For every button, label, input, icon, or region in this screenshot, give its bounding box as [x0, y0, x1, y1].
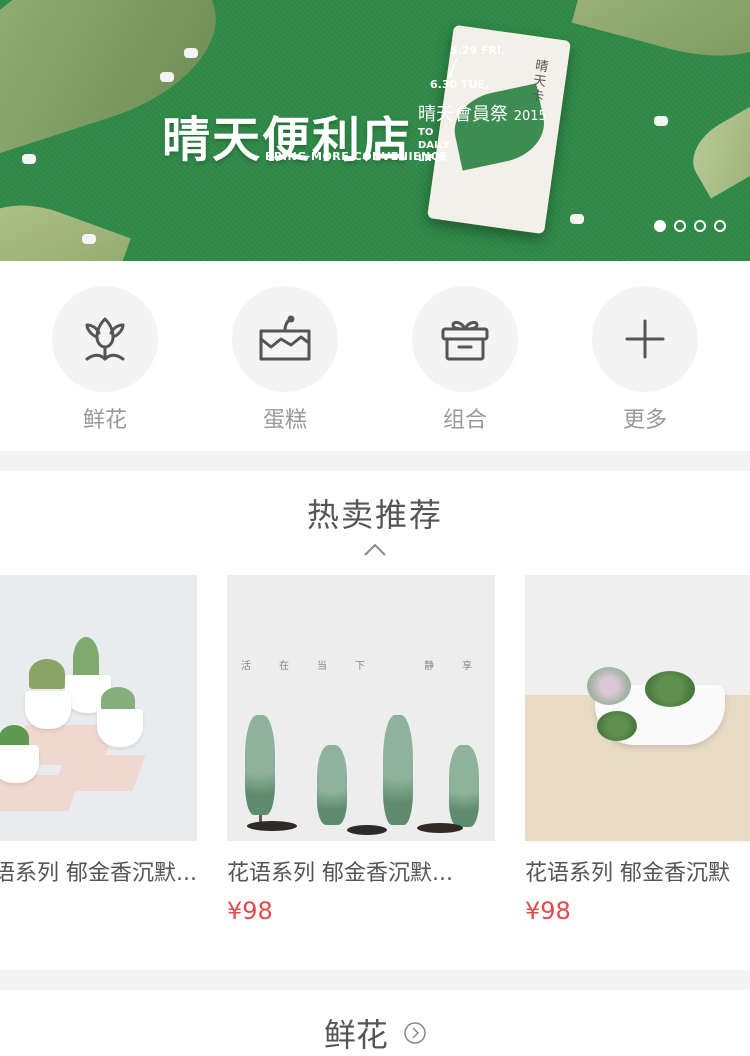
category-label: 组合: [442, 408, 487, 433]
banner-carousel[interactable]: 晴天卡 5.29 FRI. 6.30 TUE. 晴天便利店 BRING MORE…: [0, 0, 750, 261]
banner-date-end: 6.30 TUE.: [430, 78, 490, 91]
plus-icon: [625, 319, 665, 359]
category-label: 鲜花: [82, 408, 127, 433]
product-image-plant: [383, 715, 413, 825]
product-image-plant: [597, 711, 637, 741]
category-nav: 鲜花 蛋糕 组合 更多: [0, 261, 750, 451]
category-label: 蛋糕: [262, 408, 307, 433]
product-card[interactable]: 花语系列 郁金香沉默...: [0, 575, 197, 887]
product-price: ¥98: [227, 897, 273, 925]
category-label: 更多: [622, 408, 667, 433]
product-image-soil: [347, 825, 387, 835]
product-image-plant: [587, 667, 631, 705]
banner-figurine: [184, 48, 198, 58]
product-image-soil: [247, 821, 297, 831]
product-card[interactable]: 花语系列 郁金香沉默 ¥98: [525, 575, 750, 925]
category-cake[interactable]: 蛋糕: [232, 286, 338, 434]
banner-figurine: [160, 72, 174, 82]
product-image-text: 活在当下 静享时光: [241, 661, 495, 672]
banner-tag-text: 晴天會員祭: [418, 104, 508, 125]
product-card[interactable]: 活在当下 静享时光 花语系列 郁金香沉默... ¥98: [227, 575, 495, 925]
product-image-plant: [645, 671, 695, 707]
banner-figurine: [570, 214, 584, 224]
flowers-section-title: 鲜花: [323, 1016, 388, 1054]
gift-box-icon: [441, 320, 489, 361]
banner-tag: 晴天會員祭 2015: [418, 100, 547, 126]
banner-side-text: TO DAILY LIFE!: [418, 127, 450, 164]
category-icon-circle: [52, 286, 158, 392]
banner-date-start: 5.29 FRI.: [450, 44, 506, 57]
product-image: [525, 575, 750, 841]
carousel-dot[interactable]: [674, 220, 686, 232]
product-name: 花语系列 郁金香沉默...: [227, 861, 453, 886]
cake-icon: [259, 315, 311, 361]
category-more[interactable]: 更多: [592, 286, 698, 434]
banner-figurine: [22, 154, 36, 164]
flowers-section-header[interactable]: 鲜花: [0, 1010, 750, 1056]
card-text: 晴天卡: [529, 58, 550, 105]
app-page: 晴天卡 5.29 FRI. 6.30 TUE. 晴天便利店 BRING MORE…: [0, 0, 750, 1056]
product-image-plant: [29, 659, 65, 689]
product-image-pot: [25, 691, 71, 729]
product-image-plant: [317, 745, 347, 825]
carousel-dots: [654, 220, 726, 232]
product-name: 花语系列 郁金香沉默: [525, 861, 730, 886]
product-image: [0, 575, 197, 841]
banner-figurine: [82, 234, 96, 244]
category-combo[interactable]: 组合: [412, 286, 518, 434]
section-divider: [0, 451, 750, 471]
carousel-dot-active[interactable]: [654, 220, 666, 232]
product-image-pot: [97, 709, 143, 747]
banner-figurine: [654, 116, 668, 126]
category-icon-circle: [412, 286, 518, 392]
product-image-soil: [417, 823, 463, 833]
hot-section-title: 热卖推荐: [306, 496, 443, 534]
banner-tag-year: 2015: [513, 109, 547, 124]
category-icon-circle: [232, 286, 338, 392]
product-name: 花语系列 郁金香沉默...: [0, 861, 197, 886]
product-image: 活在当下 静享时光: [227, 575, 495, 841]
carousel-dot[interactable]: [714, 220, 726, 232]
tulip-icon: [85, 317, 125, 361]
category-flowers[interactable]: 鲜花: [52, 286, 158, 434]
product-price: ¥98: [525, 897, 571, 925]
category-icon-circle: [592, 286, 698, 392]
product-image-plant: [245, 715, 275, 815]
section-divider: [0, 970, 750, 990]
chevron-up-icon[interactable]: [364, 542, 386, 556]
product-image-plant: [449, 745, 479, 827]
carousel-dot[interactable]: [694, 220, 706, 232]
chevron-right-circle-icon[interactable]: [404, 1022, 426, 1044]
